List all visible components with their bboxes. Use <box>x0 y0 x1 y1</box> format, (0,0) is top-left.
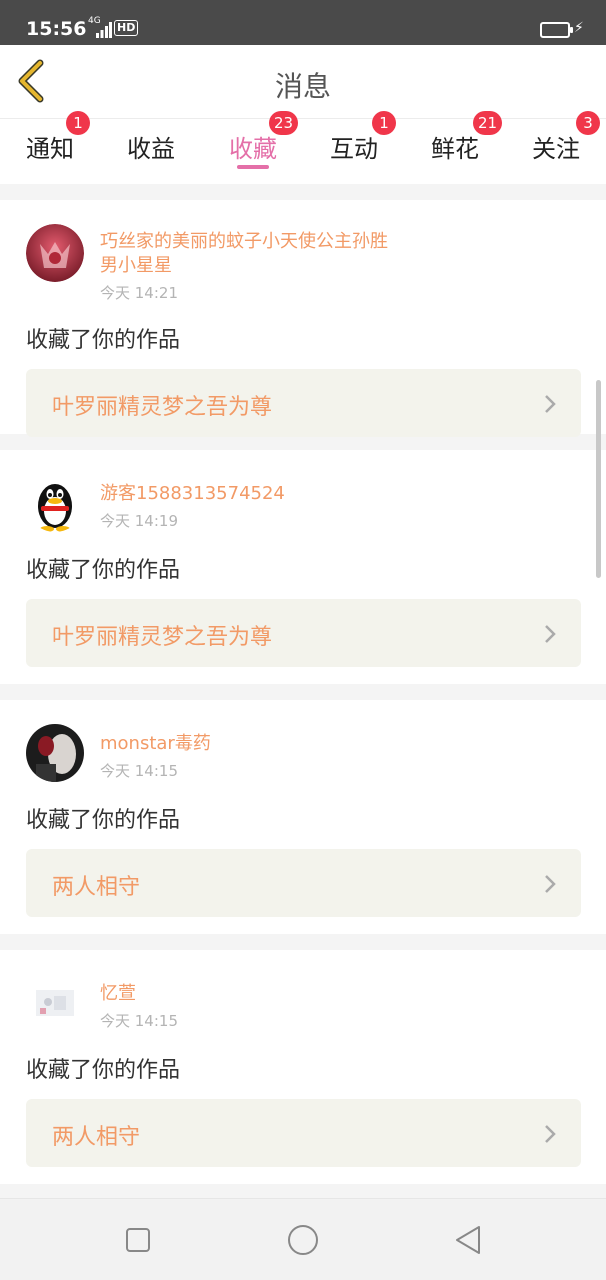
tab-flowers[interactable]: 鲜花 21 <box>405 111 505 185</box>
tab-follow[interactable]: 关注 3 <box>506 111 606 185</box>
home-circle-icon[interactable] <box>286 1223 320 1257</box>
message-time: 今天 14:21 <box>100 284 178 302</box>
work-title: 叶罗丽精灵梦之吾为尊 <box>52 395 273 420</box>
tab-bar: 通知 1 收益 收藏 23 互动 1 鲜花 21 关注 3 <box>0 111 606 185</box>
action-text: 收藏了你的作品 <box>26 1058 181 1083</box>
status-time: 15:56 <box>26 18 87 40</box>
avatar[interactable] <box>26 724 84 782</box>
status-bar: 15:56 4G HD ⚡ <box>0 0 606 45</box>
action-text: 收藏了你的作品 <box>26 328 181 353</box>
page-title: 消息 <box>274 70 331 103</box>
user-name[interactable]: monstar毒药 <box>100 732 400 756</box>
scrollbar[interactable] <box>596 380 601 578</box>
active-tab-indicator <box>237 165 269 169</box>
avatar[interactable] <box>26 474 84 532</box>
action-text: 收藏了你的作品 <box>26 808 181 833</box>
recents-square-icon[interactable] <box>121 1223 155 1257</box>
header: 消息 <box>0 45 606 118</box>
tab-interact[interactable]: 互动 1 <box>304 111 404 185</box>
work-link[interactable]: 两人相守 <box>26 849 581 917</box>
signal-icon <box>96 22 112 38</box>
back-triangle-icon[interactable] <box>451 1223 485 1257</box>
action-text: 收藏了你的作品 <box>26 558 181 583</box>
chevron-right-icon <box>545 395 556 413</box>
tab-label: 通知 <box>26 135 74 163</box>
user-name[interactable]: 忆萱 <box>100 982 400 1006</box>
message-list: 巧丝家的美丽的蚊子小天使公主孙胜男小星星 今天 14:21 收藏了你的作品 叶罗… <box>0 200 606 1200</box>
tab-badge: 1 <box>66 111 90 135</box>
work-link[interactable]: 叶罗丽精灵梦之吾为尊 <box>26 599 581 667</box>
tab-badge: 23 <box>269 111 299 135</box>
message-time: 今天 14:15 <box>100 1012 178 1030</box>
avatar[interactable] <box>26 974 84 1032</box>
chevron-right-icon <box>545 625 556 643</box>
user-name[interactable]: 游客1588313574524 <box>100 482 400 506</box>
charging-icon: ⚡ <box>574 20 584 36</box>
message-time: 今天 14:15 <box>100 762 178 780</box>
message-card: 忆萱 今天 14:15 收藏了你的作品 两人相守 <box>0 950 606 1184</box>
message-time: 今天 14:19 <box>100 512 178 530</box>
tab-favorites[interactable]: 收藏 23 <box>203 111 303 185</box>
tab-badge: 3 <box>576 111 600 135</box>
system-nav-bar <box>0 1198 606 1280</box>
message-card: 巧丝家的美丽的蚊子小天使公主孙胜男小星星 今天 14:21 收藏了你的作品 叶罗… <box>0 200 606 437</box>
tab-income[interactable]: 收益 <box>101 119 201 185</box>
work-title: 两人相守 <box>52 1125 141 1150</box>
work-title: 叶罗丽精灵梦之吾为尊 <box>52 625 273 650</box>
hd-badge: HD <box>114 20 139 36</box>
chevron-right-icon <box>545 875 556 893</box>
tab-label: 收益 <box>127 135 175 163</box>
message-card: 游客1588313574524 今天 14:19 收藏了你的作品 叶罗丽精灵梦之… <box>0 450 606 684</box>
avatar[interactable] <box>26 224 84 282</box>
tab-badge: 1 <box>372 111 396 135</box>
work-link[interactable]: 两人相守 <box>26 1099 581 1167</box>
message-card: monstar毒药 今天 14:15 收藏了你的作品 两人相守 <box>0 700 606 934</box>
tab-notify[interactable]: 通知 1 <box>0 111 100 185</box>
user-name[interactable]: 巧丝家的美丽的蚊子小天使公主孙胜男小星星 <box>100 230 400 278</box>
chevron-right-icon <box>545 1125 556 1143</box>
tab-badge: 21 <box>473 111 503 135</box>
work-title: 两人相守 <box>52 875 141 900</box>
work-link[interactable]: 叶罗丽精灵梦之吾为尊 <box>26 369 581 437</box>
tab-label: 互动 <box>330 135 378 163</box>
battery-icon <box>540 22 573 38</box>
